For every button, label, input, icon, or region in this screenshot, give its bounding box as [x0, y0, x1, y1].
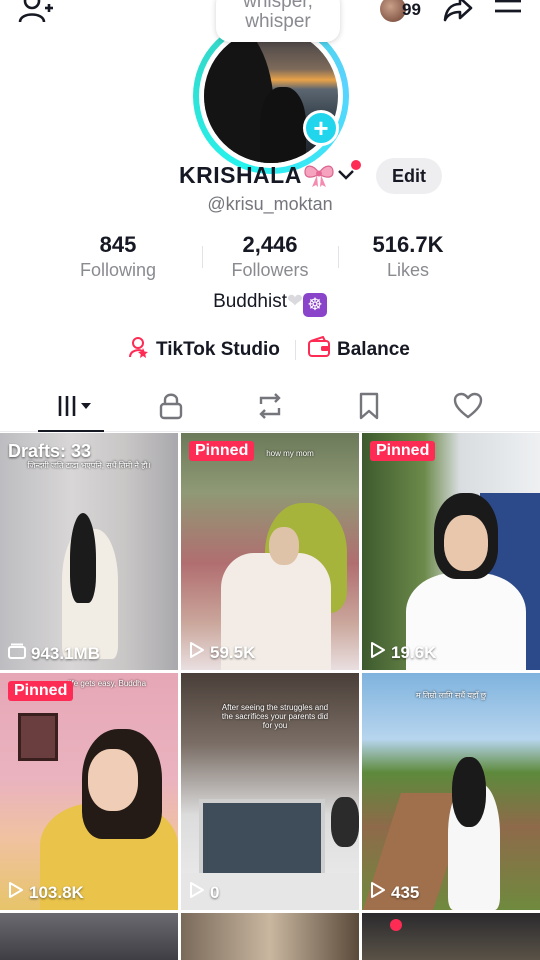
dharma-wheel-icon: ☸: [302, 293, 327, 317]
video-caption: how my mom: [266, 449, 314, 458]
video-tile[interactable]: After seeing the struggles and the sacri…: [181, 673, 359, 910]
lock-icon: [158, 392, 184, 425]
view-count: 19.6K: [391, 642, 437, 662]
stats-row: 845 Following 2,446 Followers 516.7K Lik…: [0, 232, 540, 284]
drafts-icon: [8, 643, 26, 664]
video-tile[interactable]: [181, 913, 359, 960]
view-count: 435: [391, 882, 420, 902]
tab-videos[interactable]: [42, 384, 102, 432]
drafts-size: 943.1MB: [31, 643, 100, 663]
play-icon: [370, 641, 386, 664]
video-tile[interactable]: म तिम्रो लागि सधैं यहाँ छु 435: [362, 673, 540, 910]
video-stat: 59.5K: [189, 641, 255, 664]
display-name[interactable]: KRISHALA: [179, 162, 302, 189]
video-tile[interactable]: life gets easy, Buddha Pinned 103.8K: [0, 673, 178, 910]
video-caption: जिन्दगी जति टाढा भएपनि, सधैं तिमी नै हौ।: [27, 461, 151, 470]
tab-reposts[interactable]: [240, 384, 300, 432]
stat-likes[interactable]: 516.7K Likes: [338, 232, 478, 281]
followers-count: 2,446: [242, 232, 298, 257]
video-tile[interactable]: [0, 913, 178, 960]
bio-text: Buddhist: [213, 291, 288, 312]
share-icon[interactable]: [442, 0, 474, 24]
play-icon: [370, 881, 386, 904]
tab-favorites[interactable]: [339, 384, 399, 432]
view-count: 0: [210, 882, 220, 902]
studio-icon: [128, 336, 150, 364]
video-grid: जिन्दगी जति टाढा भएपनि, सधैं तिमी नै हौ।…: [0, 433, 540, 960]
view-count: 59.5K: [210, 642, 256, 662]
chevron-down-icon[interactable]: [337, 168, 355, 182]
video-stat: 943.1MB: [8, 643, 100, 664]
tab-liked[interactable]: [438, 384, 498, 432]
heart-icon: [453, 392, 483, 425]
notification-dot: [351, 160, 361, 170]
note-bubble[interactable]: whisper, whisper: [216, 0, 340, 42]
video-tile[interactable]: Pinned 19.6K: [362, 433, 540, 670]
pinned-badge: Pinned: [8, 681, 74, 701]
view-count: 103.8K: [29, 882, 84, 902]
bow-icon: [303, 162, 335, 188]
video-stat: 103.8K: [8, 881, 84, 904]
followers-label: Followers: [231, 260, 309, 280]
studio-label: TikTok Studio: [156, 339, 280, 360]
bio: Buddhist❤ ☸: [0, 290, 540, 317]
video-stat: 435: [370, 881, 419, 904]
play-icon: [189, 641, 205, 664]
video-caption: After seeing the struggles and the sacri…: [221, 703, 329, 730]
streak-badge[interactable]: 99: [380, 0, 424, 24]
following-label: Following: [79, 260, 157, 280]
drafts-count: Drafts: 33: [8, 441, 92, 461]
videos-icon: [50, 393, 94, 424]
wallet-icon: [307, 335, 331, 364]
video-stat: 19.6K: [370, 641, 436, 664]
content-tabs: [0, 384, 540, 432]
play-icon: [189, 881, 205, 904]
streak-count: 99: [402, 0, 421, 19]
username: @krisu_moktan: [207, 194, 333, 214]
active-tab-indicator: [38, 430, 104, 432]
balance-label: Balance: [337, 339, 410, 360]
likes-label: Likes: [386, 260, 430, 280]
profile-links: TikTok Studio Balance: [0, 335, 540, 364]
balance-link[interactable]: Balance: [307, 335, 410, 364]
note-line-2: whisper: [245, 11, 311, 32]
video-tile[interactable]: how my mom Pinned 59.5K: [181, 433, 359, 670]
video-stat: 0: [189, 881, 219, 904]
menu-icon[interactable]: [492, 0, 524, 24]
pinned-badge: Pinned: [370, 441, 436, 461]
white-heart-icon: ❤: [287, 291, 303, 312]
name-row: KRISHALA Edit: [0, 158, 540, 194]
repost-icon: [255, 392, 285, 425]
add-friend-icon[interactable]: [18, 0, 54, 24]
following-count: 845: [99, 232, 137, 257]
pinned-badge: Pinned: [189, 441, 255, 461]
tiktok-studio-link[interactable]: TikTok Studio: [128, 336, 280, 364]
video-tile[interactable]: [362, 913, 540, 960]
stat-followers[interactable]: 2,446 Followers: [200, 232, 340, 281]
add-story-button[interactable]: +: [303, 110, 339, 146]
drafts-tile[interactable]: जिन्दगी जति टाढा भएपनि, सधैं तिमी नै हौ।…: [0, 433, 178, 670]
play-icon: [8, 881, 24, 904]
tab-private[interactable]: [141, 384, 201, 432]
likes-count: 516.7K: [372, 232, 444, 257]
links-divider: [295, 340, 296, 360]
video-caption: म तिम्रो लागि सधैं यहाँ छु: [415, 691, 487, 700]
bookmark-icon: [357, 392, 381, 425]
stat-following[interactable]: 845 Following: [48, 232, 188, 281]
edit-profile-button[interactable]: Edit: [376, 158, 442, 194]
